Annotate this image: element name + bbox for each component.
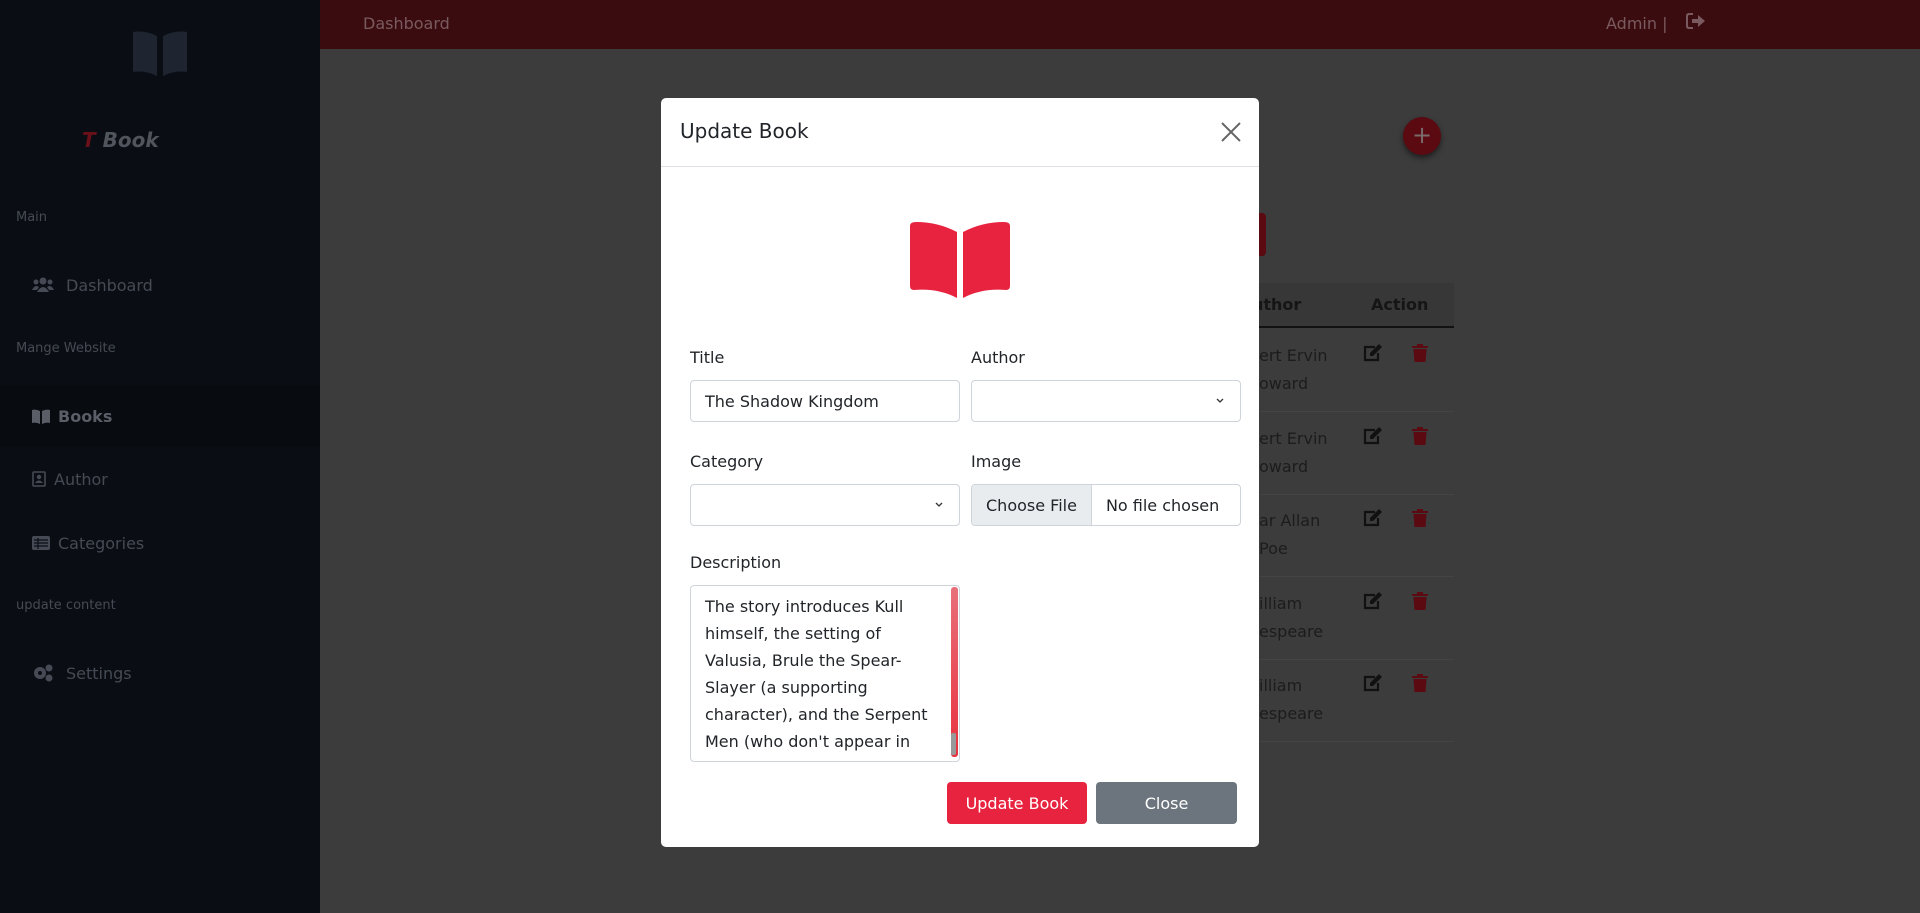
address-card-icon — [32, 471, 46, 487]
list-icon — [32, 536, 50, 550]
title-input[interactable]: The Shadow Kingdom — [690, 380, 960, 422]
book-open-icon — [32, 409, 50, 424]
author-label: Author — [971, 348, 1025, 367]
close-icon[interactable] — [1219, 120, 1243, 144]
scrollbar-thumb[interactable] — [951, 733, 956, 755]
sidebar-item-settings[interactable]: Settings — [0, 642, 320, 704]
image-label: Image — [971, 452, 1022, 471]
image-file-input[interactable]: Choose File No file chosen — [971, 484, 1241, 526]
chevron-down-icon — [1216, 398, 1224, 403]
brand-logo[interactable]: T Book — [82, 128, 159, 152]
author-cell: illiam espeare — [1259, 676, 1324, 723]
add-book-button[interactable]: + — [1403, 117, 1441, 155]
book-open-icon — [133, 31, 187, 76]
trash-icon[interactable] — [1412, 674, 1428, 692]
modal-title: Update Book — [680, 119, 809, 143]
update-book-button[interactable]: Update Book — [947, 782, 1087, 824]
section-main: Main — [16, 210, 48, 225]
author-select[interactable] — [971, 380, 1241, 422]
edit-icon[interactable] — [1362, 426, 1382, 445]
update-book-modal: Update Book Title The Shadow Kingdom Aut… — [661, 98, 1259, 847]
breadcrumb[interactable]: Dashboard — [363, 14, 450, 33]
user-name: Admin | — [1606, 14, 1668, 33]
book-open-icon — [910, 222, 1010, 298]
close-button[interactable]: Close — [1096, 782, 1237, 824]
top-header: Dashboard Admin | — [320, 0, 1920, 49]
file-status: No file chosen — [1105, 495, 1220, 515]
choose-file-button[interactable]: Choose File — [972, 485, 1092, 525]
users-icon — [32, 277, 54, 292]
edit-icon[interactable] — [1362, 509, 1382, 527]
edit-icon[interactable] — [1362, 674, 1382, 692]
logout-icon[interactable] — [1686, 13, 1706, 29]
trash-icon[interactable] — [1412, 509, 1428, 527]
sidebar-item-books[interactable]: Books — [0, 385, 320, 447]
trash-icon[interactable] — [1412, 344, 1428, 362]
edit-icon[interactable] — [1362, 591, 1382, 610]
description-textarea[interactable]: The story introduces Kull himself, the s… — [690, 585, 960, 762]
author-cell: ert Ervin oward — [1259, 428, 1328, 476]
cogs-icon — [34, 664, 53, 682]
category-label: Category — [690, 452, 764, 471]
chevron-down-icon — [935, 502, 943, 507]
sidebar-item-dashboard[interactable]: Dashboard — [0, 254, 320, 316]
section-update-content: update content — [16, 598, 116, 613]
author-cell: illiam espeare — [1259, 593, 1324, 641]
trash-icon[interactable] — [1412, 426, 1428, 445]
section-manage-website: Mange Website — [16, 341, 116, 356]
scrollbar[interactable] — [951, 587, 958, 757]
description-label: Description — [690, 553, 782, 572]
category-select[interactable] — [690, 484, 960, 526]
author-cell: ar Allan Poe — [1259, 511, 1321, 558]
author-cell: ert Ervin oward — [1259, 346, 1328, 393]
title-label: Title — [690, 348, 725, 367]
sidebar: T Book Main Dashboard Mange Website Book… — [0, 0, 320, 913]
sidebar-item-categories[interactable]: Categories — [0, 512, 320, 574]
sidebar-item-author[interactable]: Author — [0, 448, 320, 510]
edit-icon[interactable] — [1362, 344, 1382, 362]
trash-icon[interactable] — [1412, 591, 1428, 610]
